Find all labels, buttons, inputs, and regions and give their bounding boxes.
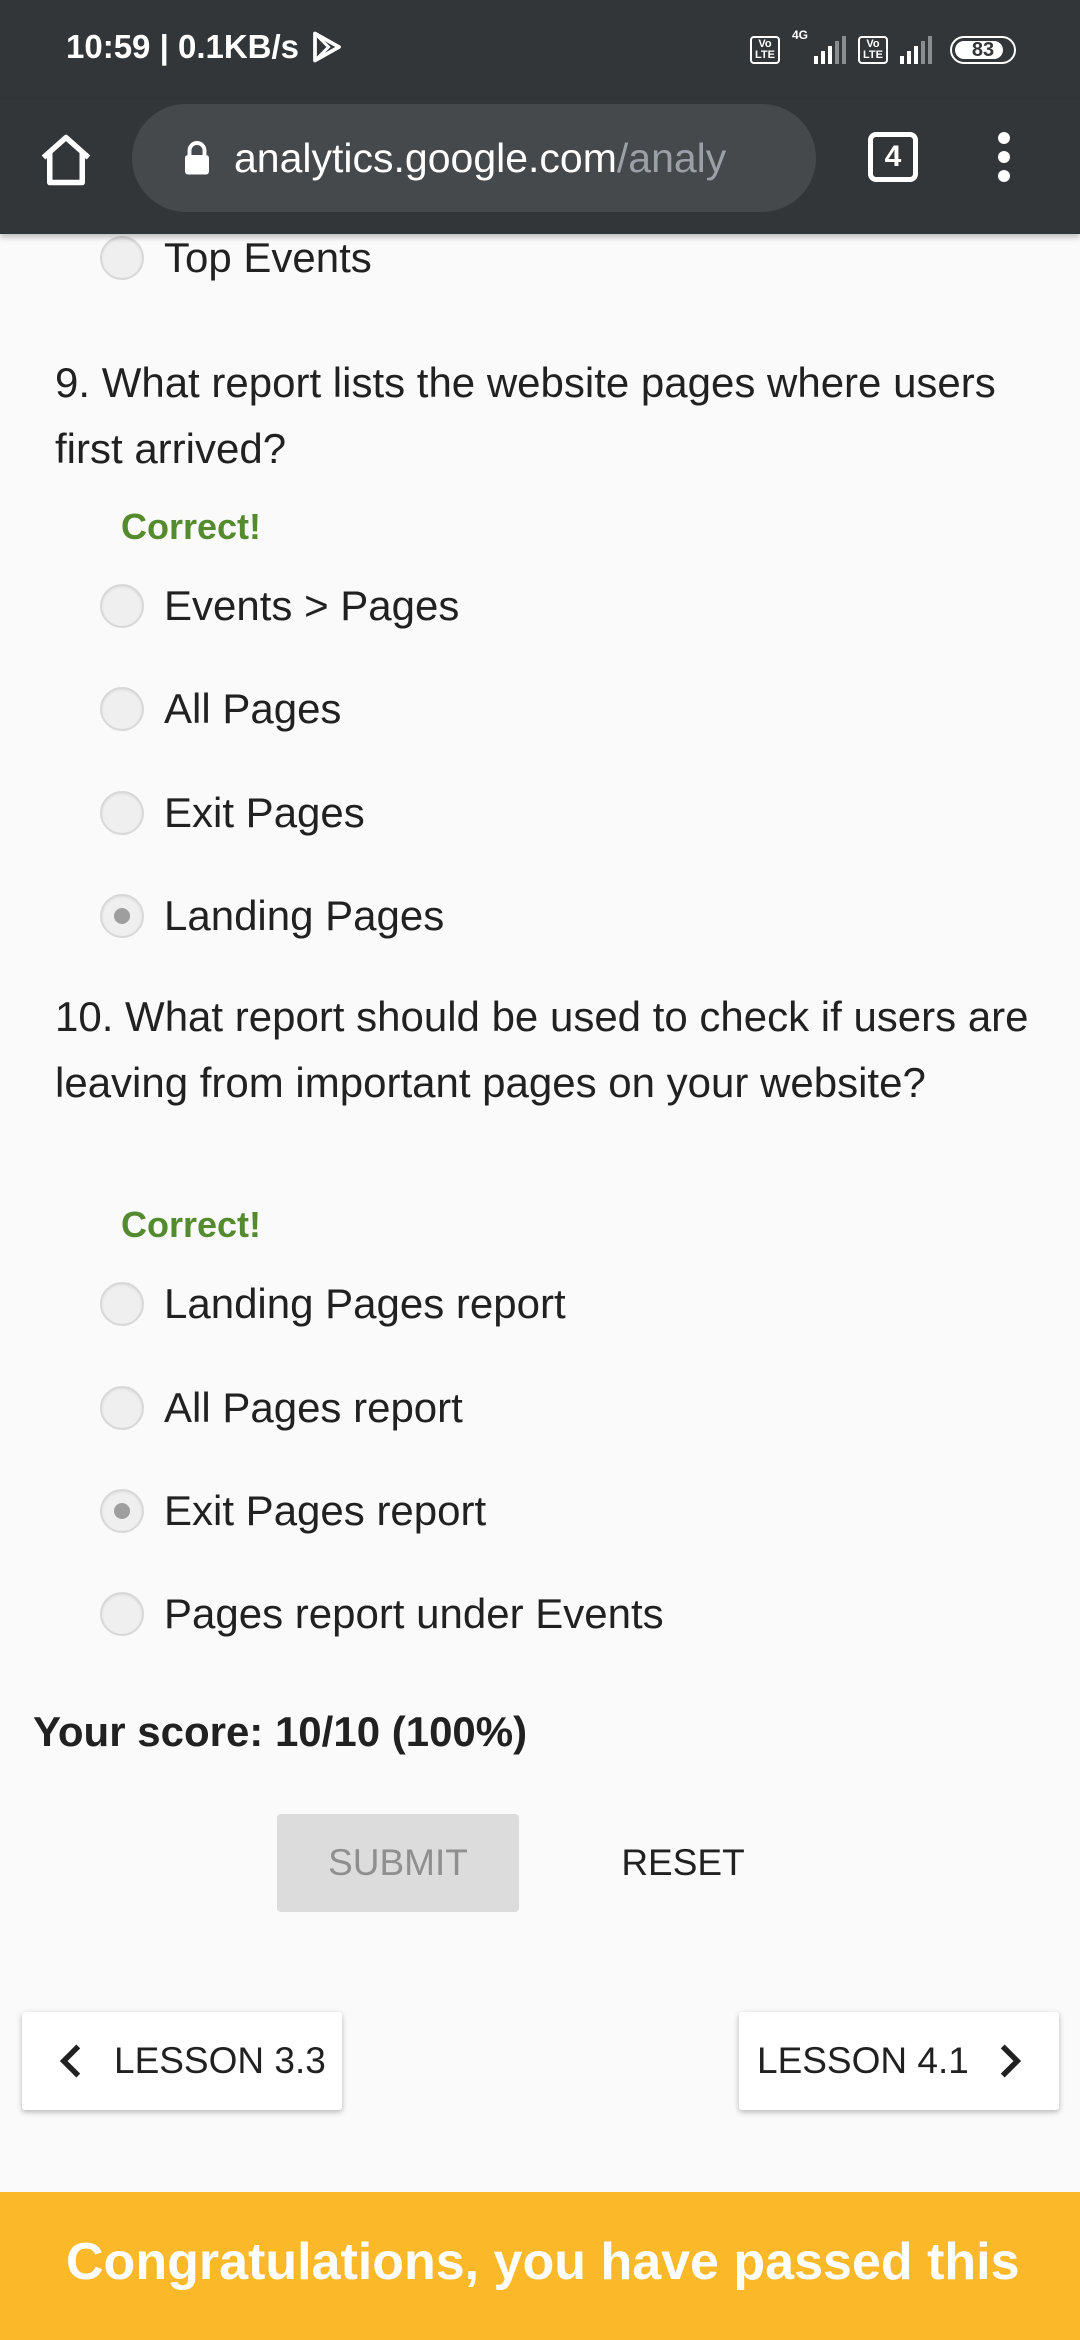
volte-icon: Vo LTE	[749, 36, 780, 64]
status-time-speed: 10:59 | 0.1KB/s	[66, 28, 300, 65]
radio-button[interactable]	[100, 584, 144, 628]
question-10: 10. What report should be used to check …	[55, 993, 1029, 1106]
status-bar: 10:59 | 0.1KB/s Vo LTE 4G Vo LTE 83	[0, 0, 1080, 100]
radio-button[interactable]	[100, 236, 144, 280]
option-label: Exit Pages report	[164, 1487, 487, 1534]
reset-button[interactable]: RESET	[585, 1814, 781, 1912]
option-label: Events > Pages	[164, 582, 460, 629]
quiz-option-selected[interactable]: Exit Pages report	[100, 1481, 486, 1541]
radio-button[interactable]	[100, 791, 144, 835]
url-domain: analytics.google.com	[234, 134, 617, 181]
home-icon[interactable]	[36, 130, 96, 190]
option-label: All Pages	[164, 685, 342, 732]
feedback-correct: Correct!	[121, 1204, 262, 1245]
more-vert-icon[interactable]	[990, 132, 1018, 188]
option-label: Landing Pages	[164, 892, 445, 939]
quiz-option[interactable]: All Pages report	[100, 1378, 463, 1438]
quiz-option[interactable]: Exit Pages	[100, 783, 365, 843]
quiz-option[interactable]: All Pages	[100, 679, 341, 739]
radio-button[interactable]	[100, 687, 144, 731]
radio-button[interactable]	[100, 1386, 144, 1430]
option-label: Top Events	[164, 234, 372, 281]
quiz-option-selected[interactable]: Landing Pages	[100, 886, 444, 946]
battery-level: 83	[971, 39, 995, 61]
url-bar[interactable]: analytics.google.com/analy	[132, 104, 816, 212]
option-label: Pages report under Events	[164, 1590, 664, 1637]
option-label: Exit Pages	[164, 789, 365, 836]
next-lesson-label: LESSON 4.1	[757, 2040, 969, 2081]
tab-count: 4	[884, 140, 902, 173]
question-9: 9. What report lists the website pages w…	[55, 359, 996, 472]
signal-icon-2	[900, 36, 932, 64]
play-store-icon	[313, 31, 341, 63]
quiz-score: Your score: 10/10 (100%)	[33, 1708, 528, 1755]
option-label: All Pages report	[164, 1384, 463, 1431]
status-time: 10:59 | 0.1KB/s	[66, 28, 345, 66]
volte-icon-2: Vo LTE	[858, 36, 888, 64]
quiz-option[interactable]: Pages report under Events	[100, 1584, 664, 1644]
congratulations-banner: Congratulations, you have passed this	[0, 2192, 1080, 2340]
radio-button[interactable]	[100, 1592, 144, 1636]
url-path: /analy	[616, 134, 727, 181]
radio-button[interactable]	[100, 1282, 144, 1326]
submit-button[interactable]: SUBMIT	[277, 1814, 519, 1912]
chevron-left-icon	[59, 2044, 81, 2078]
quiz-option-top-events[interactable]: Top Events	[100, 228, 372, 288]
signal-icon	[814, 36, 846, 64]
status-icons: Vo LTE 4G Vo LTE 83	[749, 28, 1016, 72]
lock-icon	[185, 141, 209, 175]
banner-text: Congratulations, you have passed this	[66, 2233, 1020, 2291]
prev-lesson-button[interactable]: LESSON 3.3	[22, 2012, 342, 2110]
url-text[interactable]: analytics.google.com/analy	[234, 135, 794, 182]
tabs-icon[interactable]: 4	[868, 132, 918, 182]
battery-icon: 83	[950, 36, 1016, 64]
browser-toolbar: analytics.google.com/analy 4	[0, 100, 1080, 234]
prev-lesson-label: LESSON 3.3	[114, 2040, 326, 2081]
network-type: 4G	[791, 28, 808, 42]
radio-button-selected[interactable]	[100, 894, 144, 938]
feedback-correct: Correct!	[121, 506, 262, 547]
quiz-option[interactable]: Landing Pages report	[100, 1274, 566, 1334]
option-label: Landing Pages report	[164, 1280, 566, 1327]
radio-button-selected[interactable]	[100, 1489, 144, 1533]
quiz-option[interactable]: Events > Pages	[100, 576, 459, 636]
chevron-right-icon	[1000, 2044, 1021, 2078]
next-lesson-button[interactable]: LESSON 4.1	[739, 2012, 1059, 2110]
